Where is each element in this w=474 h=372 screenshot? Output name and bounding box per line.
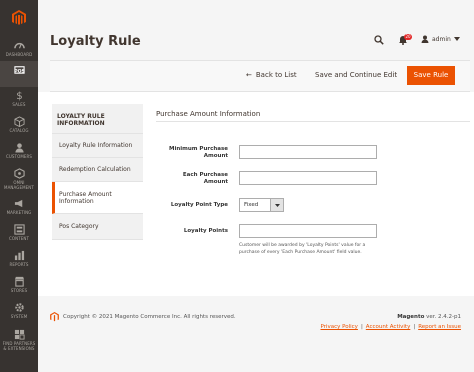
arrow-left-icon: ←	[246, 71, 252, 79]
chevron-down-icon	[453, 37, 460, 41]
pos-icon: POS	[14, 66, 25, 74]
loyalty-point-type-value: Fixed	[244, 202, 259, 208]
nav-pos[interactable]: POS	[0, 61, 38, 87]
nav-omni-management[interactable]: OMNI MANAGEMENT	[0, 165, 38, 193]
magento-logo-icon	[12, 10, 26, 25]
nav-system-label: SYSTEM	[10, 314, 28, 319]
page-footer	[38, 296, 474, 372]
nav-marketing[interactable]: MARKETING	[0, 195, 38, 221]
tab-pos-category[interactable]: Pos Category	[52, 214, 143, 240]
magento-logo[interactable]	[0, 0, 38, 36]
select-arrow[interactable]	[270, 199, 283, 211]
version-text: Magento ver. 2.4.2-p1	[397, 314, 461, 320]
copyright-text: Copyright © 2021 Magento Commerce Inc. A…	[63, 314, 236, 320]
gear-icon	[14, 303, 24, 312]
nav-catalog[interactable]: CATALOG	[0, 113, 38, 139]
person-icon	[14, 143, 24, 153]
loyalty-points-label: Loyalty Points	[183, 228, 228, 234]
section-title: Purchase Amount Information	[156, 110, 261, 118]
loyalty-point-type-select[interactable]: Fixed	[239, 198, 284, 212]
loyalty-point-type-label: Loyalty Point Type	[170, 202, 228, 208]
chevron-down-icon	[274, 203, 280, 207]
content-icon	[13, 224, 25, 235]
nav-content[interactable]: CONTENT	[0, 221, 38, 247]
nav-omni-label: OMNI MANAGEMENT	[4, 180, 34, 190]
nav-dashboard-label: DASHBOARD	[5, 52, 33, 57]
min-purchase-amount-label: Minimum Purchase Amount	[168, 146, 228, 159]
nav-find-partners[interactable]: FIND PARTNERS & EXTENSIONS	[0, 326, 38, 356]
report-issue-link[interactable]: Report an Issue	[418, 324, 461, 330]
loyalty-points-note: Customer will be awarded by 'Loyalty Poi…	[239, 243, 366, 255]
search-icon[interactable]	[374, 35, 384, 45]
tab-redemption-calculation[interactable]: Redemption Calculation	[52, 158, 143, 182]
dashboard-icon	[13, 43, 25, 49]
admin-username: admin	[432, 35, 451, 43]
admin-sidebar: DASHBOARD POS $ SALES CATALOG CUSTOMERS …	[0, 0, 38, 372]
notification-count-badge: 20	[404, 34, 412, 40]
privacy-policy-link[interactable]: Privacy Policy	[320, 324, 357, 330]
nav-customers[interactable]: CUSTOMERS	[0, 139, 38, 165]
cube-icon	[13, 116, 25, 127]
tabs-title: LOYALTY RULE INFORMATION	[52, 104, 143, 134]
magento-footer-logo-icon	[50, 312, 59, 322]
back-button[interactable]: ← Back to List	[246, 71, 297, 79]
nav-reports-label: REPORTS	[9, 262, 29, 267]
nav-sales-label: SALES	[12, 102, 26, 107]
tabs-panel: LOYALTY RULE INFORMATION Loyalty Rule In…	[52, 104, 143, 240]
footer-links: Privacy Policy | Account Activity | Repo…	[320, 324, 461, 330]
nav-catalog-label: CATALOG	[9, 128, 29, 133]
nav-sales[interactable]: $ SALES	[0, 87, 38, 113]
svg-text:$: $	[16, 91, 22, 101]
page-title: Loyalty Rule	[50, 34, 141, 49]
nav-dashboard[interactable]: DASHBOARD	[0, 37, 38, 63]
loyalty-points-input[interactable]	[239, 224, 377, 238]
admin-user-menu[interactable]: admin	[421, 35, 460, 43]
section-divider	[156, 121, 470, 122]
save-rule-button[interactable]: Save Rule	[407, 66, 455, 85]
each-purchase-amount-input[interactable]	[239, 171, 377, 185]
megaphone-icon	[14, 199, 22, 208]
tab-loyalty-rule-information[interactable]: Loyalty Rule Information	[52, 134, 143, 158]
nav-stores[interactable]: STORES	[0, 273, 38, 299]
min-purchase-amount-input[interactable]	[239, 145, 377, 159]
each-purchase-amount-label: Each Purchase Amount	[182, 172, 228, 185]
store-icon	[14, 276, 24, 287]
svg-text:POS: POS	[14, 68, 25, 74]
nav-stores-label: STORES	[10, 288, 28, 293]
omni-icon	[13, 168, 25, 179]
nav-customers-label: CUSTOMERS	[5, 154, 33, 159]
back-button-label: Back to List	[255, 71, 297, 79]
nav-marketing-label: MARKETING	[6, 210, 32, 215]
save-and-continue-button[interactable]: Save and Continue Edit	[315, 71, 397, 79]
user-icon	[421, 35, 429, 43]
nav-find-partners-label: FIND PARTNERS & EXTENSIONS	[2, 341, 36, 351]
nav-content-label: CONTENT	[8, 236, 30, 241]
nav-reports[interactable]: REPORTS	[0, 247, 38, 273]
extensions-icon	[14, 329, 25, 340]
tab-purchase-amount-information[interactable]: Purchase Amount Information	[52, 182, 143, 214]
dollar-icon: $	[16, 91, 22, 101]
bar-chart-icon	[14, 250, 24, 261]
account-activity-link[interactable]: Account Activity	[366, 324, 411, 330]
nav-system[interactable]: SYSTEM	[0, 299, 38, 325]
